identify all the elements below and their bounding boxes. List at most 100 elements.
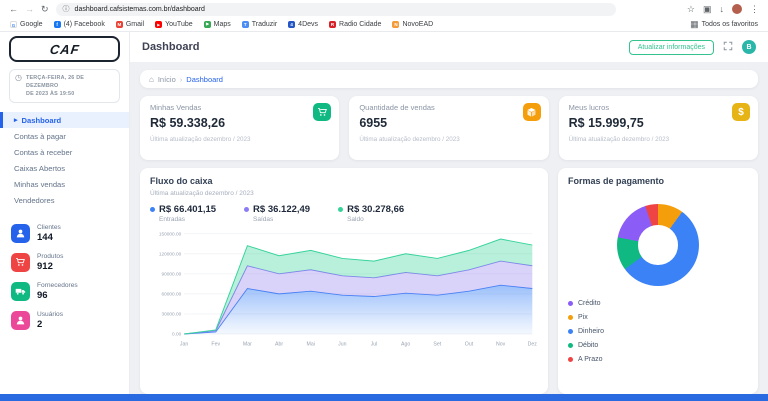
svg-text:Ago: Ago [401, 341, 410, 347]
card-minhas-vendas: Minhas Vendas R$ 59.338,26 Última atuali… [140, 96, 340, 160]
svg-text:Mar: Mar [243, 341, 252, 347]
browser-chrome: ← → ↻ ⓘ dashboard.cafsistemas.com.br/das… [0, 0, 768, 32]
stat-clientes[interactable]: Clientes 144 [11, 224, 118, 244]
youtube-favicon-icon [155, 21, 163, 28]
card-quantidade-vendas: Quantidade de vendas 6955 Última atualiz… [349, 96, 549, 160]
svg-text:Out: Out [465, 341, 474, 347]
payment-methods-title: Formas de pagamento [568, 176, 665, 186]
svg-text:60000.00: 60000.00 [162, 292, 182, 298]
home-icon[interactable]: ⌂ [149, 75, 154, 84]
sidebar-item-contas-a-pagar[interactable]: ▸Contas à pagar [0, 128, 129, 144]
stat-produtos[interactable]: Produtos 912 [11, 253, 118, 273]
all-favorites-button[interactable]: ▦ Todos os favoritos [690, 20, 758, 29]
person-icon [11, 224, 30, 244]
reload-icon[interactable]: ↻ [41, 4, 49, 14]
main-area: Dashboard Atualizar informações B ⌂ Iníc… [130, 32, 768, 394]
back-icon[interactable]: ← [9, 4, 18, 14]
side-panel-icon[interactable]: ▣ [703, 4, 712, 14]
bookmark-radio-cidade[interactable]: Radio Cidade [329, 21, 381, 28]
person-icon [11, 311, 30, 331]
bookmark-facebook[interactable]: (4) Facebook [53, 21, 105, 28]
sidebar-item-minhas-vendas[interactable]: ▸Minhas vendas [0, 176, 129, 192]
box-icon [522, 103, 541, 121]
svg-text:Jan: Jan [180, 341, 188, 347]
a-prazo-dot-icon [568, 357, 573, 362]
novoead-favicon-icon [392, 21, 400, 28]
folder-icon: ▦ [690, 19, 699, 29]
update-info-button[interactable]: Atualizar informações [628, 39, 714, 55]
svg-text:90000.00: 90000.00 [162, 272, 182, 278]
maps-favicon-icon [203, 21, 211, 28]
bottom-bar [0, 394, 768, 401]
sidebar-stats: Clientes 144 Produtos 912 Fornecedores 96 U… [0, 224, 129, 331]
browser-menu-icon[interactable]: ⋮ [750, 4, 759, 14]
url-text: dashboard.cafsistemas.com.br/dashboard [74, 5, 205, 13]
bookmark-traduzir[interactable]: Traduzir [241, 21, 277, 28]
bookmark-star-icon[interactable]: ☆ [687, 4, 695, 14]
app-logo[interactable]: CAF [9, 36, 120, 62]
app-window: CAF ◷ TERÇA-FEIRA, 26 DE DEZEMBRO DE 202… [0, 32, 768, 394]
sidebar-item-dashboard[interactable]: ▸ Dashboard [0, 112, 129, 129]
datetime-widget: ◷ TERÇA-FEIRA, 26 DE DEZEMBRO DE 2023 ÀS… [9, 69, 120, 104]
sidebar-item-caixas-abertos[interactable]: ▸Caixas Abertos [0, 160, 129, 176]
dinheiro-dot-icon [568, 329, 573, 334]
svg-text:Jun: Jun [338, 341, 346, 347]
clock-icon: ◷ [15, 73, 22, 82]
cash-flow-legend: R$ 66.401,15 Entradas R$ 36.122,49 Saída… [150, 204, 538, 223]
bookmark-novoead[interactable]: NovoEAD [392, 21, 433, 28]
payment-legend: Crédito Pix Dinheiro Débito A Prazo [568, 300, 748, 363]
truck-icon [11, 282, 30, 302]
legend-saldo: R$ 30.278,66 Saldo [338, 204, 404, 223]
cart-icon [11, 253, 30, 273]
cash-flow-title: Fluxo do caixa [150, 176, 213, 186]
downloads-icon[interactable]: ↓ [720, 4, 725, 14]
logo-text: CAF [48, 41, 81, 57]
legend-debito: Débito [568, 342, 748, 349]
payment-donut-chart [617, 204, 699, 286]
sidebar-item-contas-a-receber[interactable]: ▸Contas à receber [0, 144, 129, 160]
sidebar-item-vendedores[interactable]: ▸Vendedores [0, 192, 129, 208]
site-info-icon[interactable]: ⓘ [63, 4, 70, 14]
svg-text:Fev: Fev [211, 341, 220, 347]
bookmark-google[interactable]: Google [10, 21, 43, 28]
cash-flow-card: Fluxo do caixa Última atualização dezemb… [140, 168, 548, 394]
breadcrumb-home[interactable]: Início [158, 75, 176, 84]
address-bar-row: ← → ↻ ⓘ dashboard.cafsistemas.com.br/das… [0, 0, 768, 18]
money-icon: $ [731, 103, 750, 121]
browser-profile-avatar[interactable] [732, 4, 742, 14]
bookmark-maps[interactable]: Maps [203, 21, 231, 28]
facebook-favicon-icon [53, 21, 61, 28]
bookmark-gmail[interactable]: Gmail [115, 21, 144, 28]
sidebar-menu: ▸Dashboard ▸Contas à pagar ▸Contas à rec… [0, 112, 129, 208]
svg-text:30000.00: 30000.00 [162, 312, 182, 318]
stat-fornecedores[interactable]: Fornecedores 96 [11, 282, 118, 302]
bookmark-youtube[interactable]: YouTube [155, 21, 193, 28]
svg-text:Abr: Abr [275, 341, 283, 347]
bookmark-4devs[interactable]: 4Devs [288, 21, 318, 28]
user-avatar[interactable]: B [742, 40, 756, 54]
breadcrumb: ⌂ Início › Dashboard [140, 70, 758, 88]
forward-icon[interactable]: → [25, 4, 34, 14]
page-title: Dashboard [142, 41, 200, 53]
page-header: Dashboard Atualizar informações B [130, 32, 768, 62]
translate-favicon-icon [241, 21, 249, 28]
entradas-dot-icon [150, 207, 155, 212]
legend-credito: Crédito [568, 300, 748, 307]
content-area: ⌂ Início › Dashboard Minhas Vendas R$ 59… [130, 62, 768, 394]
legend-saidas: R$ 36.122,49 Saídas [244, 204, 310, 223]
saldo-dot-icon [338, 207, 344, 212]
stat-usuarios[interactable]: Usuários 2 [11, 311, 118, 331]
breadcrumb-separator: › [179, 74, 183, 84]
credito-dot-icon [568, 301, 573, 306]
sales-count-value: 6955 [359, 116, 388, 130]
legend-a-prazo: A Prazo [568, 356, 748, 363]
svg-text:Set: Set [433, 341, 441, 347]
gmail-favicon-icon [115, 21, 123, 28]
fullscreen-icon[interactable] [723, 38, 733, 56]
charts-row: Fluxo do caixa Última atualização dezemb… [140, 168, 758, 394]
chevron-right-icon: ▸ [14, 117, 18, 125]
url-bar[interactable]: ⓘ dashboard.cafsistemas.com.br/dashboard [55, 2, 616, 16]
datetime-line2: DE 2023 ÀS 19:50 [25, 91, 75, 98]
google-favicon-icon [10, 21, 17, 28]
browser-actions: ☆ ▣ ↓ ⋮ [687, 4, 759, 14]
